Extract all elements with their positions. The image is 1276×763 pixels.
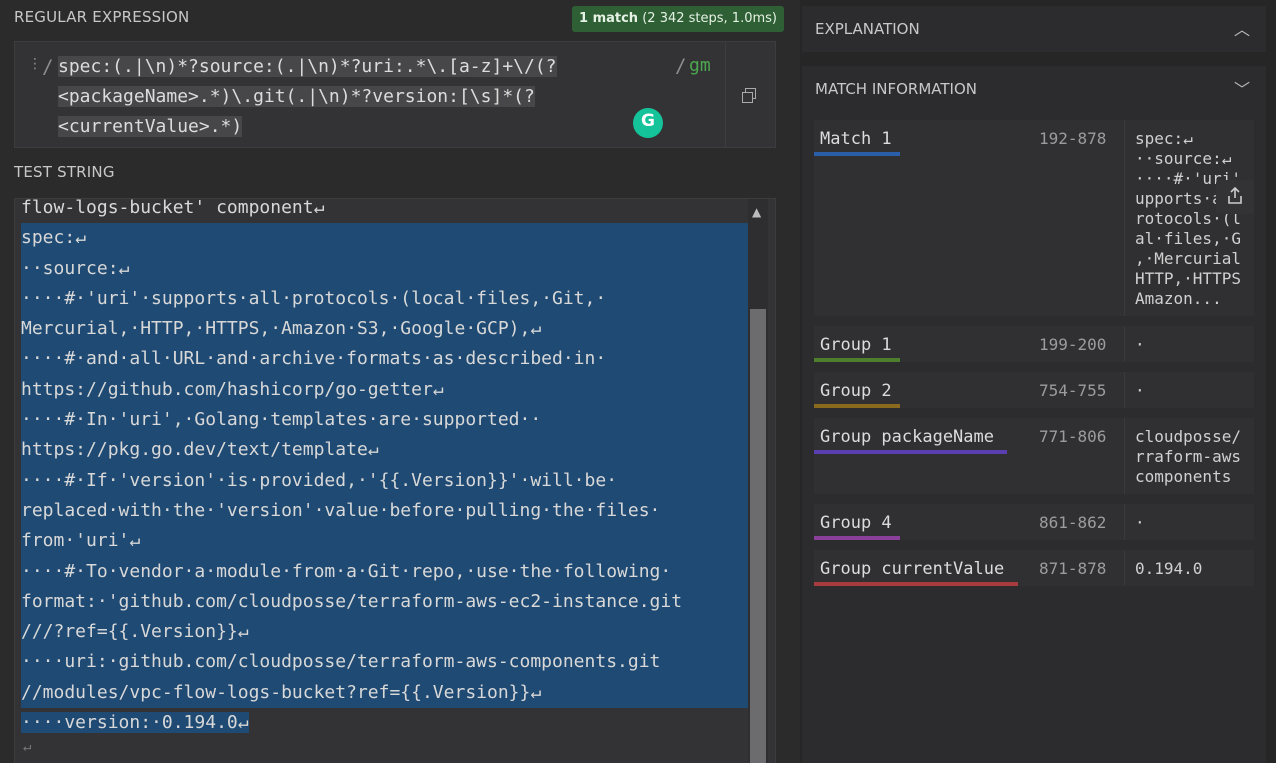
scroll-up-icon[interactable]: ▲ (752, 205, 761, 219)
right-panel: EXPLANATION ︿ MATCH INFORMATION ﹀ Match … (800, 0, 1276, 763)
explanation-title: EXPLANATION (815, 20, 920, 38)
test-line: ///?ref={{.Version}}↵ (21, 617, 748, 648)
regex-line: <packageName>.*)\.git(.|\n)*?version:[\s… (58, 86, 535, 107)
test-line: spec:↵ (21, 223, 748, 254)
match-info-row: Match 1 192-878 spec:↵ ··source:↵ ····#·'u… (814, 120, 1254, 316)
match-info-label: Group packageName (820, 427, 994, 447)
match-info-row: Group 1 199-200 · (814, 326, 1254, 362)
match-info-label: Match 1 (820, 129, 892, 149)
match-info-value: cloudposse/ rraform-aws components (1135, 427, 1241, 486)
test-line: from·'uri'↵ (21, 526, 748, 557)
match-info-range: 754-755 (1039, 381, 1107, 400)
match-info-separator (1124, 504, 1125, 540)
match-info-label: Group 4 (820, 513, 892, 533)
match-info-row: Group 2 754-755 · (814, 372, 1254, 408)
match-info-row: Group 4 861-862 · (814, 504, 1254, 540)
match-info-label: Group 2 (820, 381, 892, 401)
match-info-range: 192-878 (1039, 129, 1107, 148)
match-info-value: · (1135, 513, 1145, 532)
test-line: ····#·and·all·URL·and·archive·formats·as… (21, 344, 748, 375)
test-line: Mercurial,·HTTP,·HTTPS,·Amazon·S3,·Googl… (21, 314, 748, 345)
test-line: format:·'github.com/cloudposse/terraform… (21, 586, 748, 618)
test-line-match: ····version:·0.194.0↵ (21, 712, 249, 734)
share-icon (1228, 187, 1242, 204)
match-info-range: 771-806 (1039, 427, 1107, 446)
test-line: replaced·with·the·'version'·value·before… (21, 495, 748, 527)
test-line: ····#·'uri'·supports·all·protocols·(loca… (21, 283, 748, 315)
match-steps: (2 342 steps, 1.0ms) (642, 11, 777, 26)
match-info-separator (1124, 418, 1125, 494)
match-info-separator (1124, 326, 1125, 362)
share-button[interactable] (1216, 180, 1254, 214)
test-line: ····#·In·'uri',·Golang·templates·are·sup… (21, 405, 748, 436)
test-line: ····#·To·vendor·a·module·from·a·Git·repo… (21, 556, 748, 587)
match-info-color-underline (814, 450, 1007, 454)
match-info-color-underline (814, 536, 900, 540)
match-info-separator (1124, 120, 1125, 316)
match-info-row: Group packageName 771-806 cloudposse/ rraf… (814, 418, 1254, 494)
match-info-range: 871-878 (1039, 559, 1107, 578)
regex-line: <currentValue>.*) (58, 116, 243, 137)
match-info-value: · (1135, 381, 1145, 400)
regex-line: spec:(.|\n)*?source:(.|\n)*?uri:.*\.[a-z… (58, 56, 557, 77)
regex-flags[interactable]: gm (689, 55, 711, 76)
chevron-up-icon[interactable]: ︿ (1234, 16, 1250, 40)
match-info-value: · (1135, 335, 1145, 354)
match-info-color-underline (814, 582, 1018, 586)
match-count: 1 match (579, 11, 639, 26)
match-info-color-underline (814, 404, 900, 408)
regex-close-delimiter: / (675, 55, 687, 77)
match-info-label: Group currentValue (820, 559, 1005, 579)
test-line: //modules/vpc-flow-logs-bucket?ref={{.Ve… (21, 677, 748, 709)
match-info-range: 861-862 (1039, 513, 1107, 532)
test-line: ····#·If·'version'·is·provided,·'{{.Vers… (21, 465, 748, 496)
match-information-title: MATCH INFORMATION (815, 80, 977, 98)
match-info-value: 0.194.0 (1135, 559, 1203, 578)
regex-input[interactable]: spec:(.|\n)*?source:(.|\n)*?uri:.*\.[a-z… (58, 52, 557, 142)
regex-editor[interactable]: ⋮ / spec:(.|\n)*?source:(.|\n)*?uri:.*\.… (14, 41, 776, 148)
match-info-separator (1124, 550, 1125, 586)
test-line: ····uri:·github.com/cloudposse/terraform… (21, 647, 748, 678)
test-line: flow-logs-bucket' component↵ (21, 198, 325, 218)
explanation-panel[interactable]: EXPLANATION ︿ (802, 6, 1266, 52)
match-info-color-underline (814, 152, 900, 156)
test-line-last: ····version:·0.194.0↵ (21, 708, 748, 738)
regex-divider (725, 42, 726, 147)
drag-handle-icon[interactable]: ⋮ (28, 56, 42, 72)
test-line: https://github.com/hashicorp/go-getter↵ (21, 374, 748, 406)
trailing-newline: ↵ (23, 739, 32, 755)
test-line: https://pkg.go.dev/text/template↵ (21, 435, 748, 466)
match-info-separator (1124, 372, 1125, 408)
match-info-row: Group currentValue 871-878 0.194.0 (814, 550, 1254, 586)
match-information-panel: MATCH INFORMATION ﹀ Match 1 192-878 spec:↵… (802, 66, 1266, 763)
regex-section-title: REGULAR EXPRESSION (14, 8, 190, 26)
scrollbar-thumb[interactable] (750, 309, 766, 763)
match-count-badge: 1 match (2 342 steps, 1.0ms) (572, 6, 784, 32)
regex-open-delimiter: / (42, 56, 54, 78)
match-info-value: spec:↵ ··source:↵ ····#·'uri' upports·al… (1135, 129, 1241, 308)
match-info-color-underline (814, 358, 900, 362)
test-string-title: TEST STRING (14, 163, 115, 181)
chevron-down-icon[interactable]: ﹀ (1234, 76, 1250, 100)
grammarly-icon[interactable] (633, 108, 663, 138)
test-line: ··source:↵ (21, 253, 748, 284)
match-info-label: Group 1 (820, 335, 892, 355)
copy-icon[interactable] (742, 88, 756, 103)
match-info-range: 199-200 (1039, 335, 1107, 354)
test-string-editor[interactable]: flow-logs-bucket' component↵ spec:↵ ··so… (14, 198, 776, 763)
